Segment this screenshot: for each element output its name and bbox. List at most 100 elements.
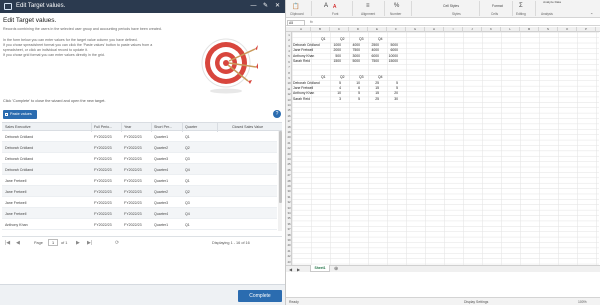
cell-header[interactable]: Q3 <box>359 37 364 42</box>
cell-value[interactable]: 6 <box>343 86 360 91</box>
cell-name[interactable]: Sarah Reid <box>293 59 310 64</box>
cell-value[interactable]: 7500 <box>362 59 379 64</box>
column-header[interactable]: Sales Executive <box>5 125 31 129</box>
collapse-ribbon-icon[interactable]: ⌃ <box>590 12 593 17</box>
minimize-icon[interactable]: — <box>249 2 258 11</box>
close-icon[interactable]: ✕ <box>273 2 282 11</box>
cell-header[interactable]: Q3 <box>359 75 364 80</box>
table-row[interactable]: Jane Fretwell FY2022/23 FY2022/23 Quarte… <box>2 197 277 208</box>
cell-value[interactable]: 10 <box>324 91 341 96</box>
table-row[interactable]: Jane Fretwell FY2022/23 FY2022/23 Quarte… <box>2 208 277 219</box>
cell-name[interactable]: Deborah Cridland <box>293 43 320 48</box>
cell-name[interactable]: Deborah Cridland <box>293 81 320 86</box>
table-row[interactable]: Deborah Cridland FY2022/23 FY2022/23 Qua… <box>2 131 277 142</box>
font-color-icon[interactable]: A <box>333 4 336 10</box>
paste-values-button[interactable]: Paste values <box>3 110 37 119</box>
table-row[interactable]: Deborah Cridland FY2022/23 FY2022/23 Qua… <box>2 142 277 153</box>
cell-value[interactable]: 15 <box>362 86 379 91</box>
display-settings[interactable]: Display Settings <box>464 300 488 304</box>
table-row[interactable]: Deborah Cridland FY2022/23 FY2022/23 Qua… <box>2 164 277 175</box>
cell-value[interactable]: 2000 <box>324 48 341 53</box>
cell-value[interactable]: 3000 <box>343 54 360 59</box>
cell-value[interactable]: 5 <box>343 97 360 102</box>
cell-value[interactable]: 7500 <box>343 48 360 53</box>
cell-value[interactable]: 10000 <box>381 54 398 59</box>
cell-value[interactable]: 4 <box>324 86 341 91</box>
column-header[interactable]: Full Perio... <box>94 125 112 129</box>
cell-name[interactable]: Anthony Khan <box>293 91 314 96</box>
grid-scrollbar-thumb[interactable] <box>278 131 282 203</box>
cell-full-period: FY2022/23 <box>94 200 112 205</box>
cell-name[interactable]: Jane Fretwell <box>293 48 313 53</box>
cell-value[interactable]: 30 <box>381 97 398 102</box>
help-icon[interactable]: ? <box>273 110 281 118</box>
complete-button[interactable]: Complete <box>238 290 282 302</box>
refresh-icon[interactable]: ⟳ <box>115 240 119 246</box>
cell-header[interactable]: Q1 <box>321 75 326 80</box>
font-icon[interactable]: A <box>324 3 328 9</box>
cell-value[interactable]: 500 <box>324 54 341 59</box>
cell-value[interactable]: 15000 <box>381 59 398 64</box>
column-header[interactable]: Closed Sales Value <box>232 125 263 129</box>
cell-value[interactable]: 15 <box>362 91 379 96</box>
cell-header[interactable]: Q4 <box>378 37 383 42</box>
cell-value[interactable]: 6000 <box>381 48 398 53</box>
column-header[interactable]: Quarter <box>185 125 197 129</box>
cell-value[interactable]: 10 <box>343 81 360 86</box>
format-button[interactable]: Format <box>492 4 503 8</box>
cell-value[interactable]: 5000 <box>381 43 398 48</box>
cell-name[interactable]: Sarah Reid <box>293 97 310 102</box>
cell-full-period: FY2022/23 <box>94 178 112 183</box>
last-page-icon[interactable]: ▶| <box>87 240 92 246</box>
cell-value[interactable]: 20 <box>381 91 398 96</box>
sheet-tab[interactable]: Sheet1 <box>310 265 330 272</box>
cell-header[interactable]: Q1 <box>321 37 326 42</box>
cell-value[interactable]: 5 <box>381 81 398 86</box>
edit-icon[interactable]: ✎ <box>261 2 270 11</box>
cell-value[interactable]: 4000 <box>343 43 360 48</box>
prev-page-icon[interactable]: ◀ <box>16 240 20 246</box>
cell-name[interactable]: Anthony Khan <box>293 54 314 59</box>
table-row[interactable]: Deborah Cridland FY2022/23 FY2022/23 Qua… <box>2 153 277 164</box>
number-format-icon[interactable]: % <box>394 3 399 9</box>
cell-quarter: Q3 <box>185 200 190 205</box>
sheet-nav-prev-icon[interactable]: ◀ <box>289 267 292 272</box>
add-sheet-icon[interactable]: ⊕ <box>334 266 338 272</box>
worksheet-grid[interactable]: Q1 Q2 Q3 Q4 Deborah Cridland 1000 4000 2… <box>292 32 599 265</box>
analyze-data-button[interactable]: Analyze Data <box>542 0 562 4</box>
table-row[interactable]: Jane Fretwell FY2022/23 FY2022/23 Quarte… <box>2 175 277 186</box>
cell-value[interactable]: 5000 <box>343 59 360 64</box>
first-page-icon[interactable]: |◀ <box>5 240 10 246</box>
cell-value[interactable]: 1000 <box>324 43 341 48</box>
cell-styles-button[interactable]: Cell Styles <box>443 4 459 8</box>
table-row[interactable]: Anthony Khan FY2022/23 FY2022/23 Quarter… <box>2 219 277 230</box>
cell-value[interactable]: 1500 <box>324 59 341 64</box>
cell-value[interactable]: 5 <box>324 81 341 86</box>
cell-value[interactable]: 3 <box>324 97 341 102</box>
page-number-input[interactable]: 1 <box>48 239 58 246</box>
sheet-nav-next-icon[interactable]: ▶ <box>297 267 300 272</box>
cell-short-period: Quarter2 <box>154 145 169 150</box>
cell-header[interactable]: Q2 <box>340 37 345 42</box>
next-page-icon[interactable]: ▶ <box>76 240 80 246</box>
alignment-icon[interactable]: ≡ <box>366 3 370 9</box>
cell-header[interactable]: Q4 <box>378 75 383 80</box>
paste-icon[interactable]: 📋 <box>292 3 299 10</box>
ribbon-group-alignment: Alignment <box>361 12 376 16</box>
name-box[interactable]: A5 <box>287 19 305 26</box>
cell-value[interactable]: 25 <box>362 97 379 102</box>
cell-name[interactable]: Jane Fretwell <box>293 86 313 91</box>
cell-value[interactable]: 5 <box>381 86 398 91</box>
zoom-level[interactable]: 100% <box>578 300 587 304</box>
cell-value[interactable]: 2500 <box>362 43 379 48</box>
sum-icon[interactable]: Σ <box>519 3 523 9</box>
cell-value[interactable]: 25 <box>362 81 379 86</box>
cell-sales-executive: Anthony Khan <box>5 222 28 227</box>
cell-value[interactable]: 5 <box>343 91 360 96</box>
column-header[interactable]: Short Per... <box>154 125 172 129</box>
table-row[interactable]: Jane Fretwell FY2022/23 FY2022/23 Quarte… <box>2 186 277 197</box>
column-header[interactable]: Year <box>124 125 131 129</box>
cell-value[interactable]: 4000 <box>362 48 379 53</box>
cell-value[interactable]: 6000 <box>362 54 379 59</box>
cell-header[interactable]: Q2 <box>340 75 345 80</box>
